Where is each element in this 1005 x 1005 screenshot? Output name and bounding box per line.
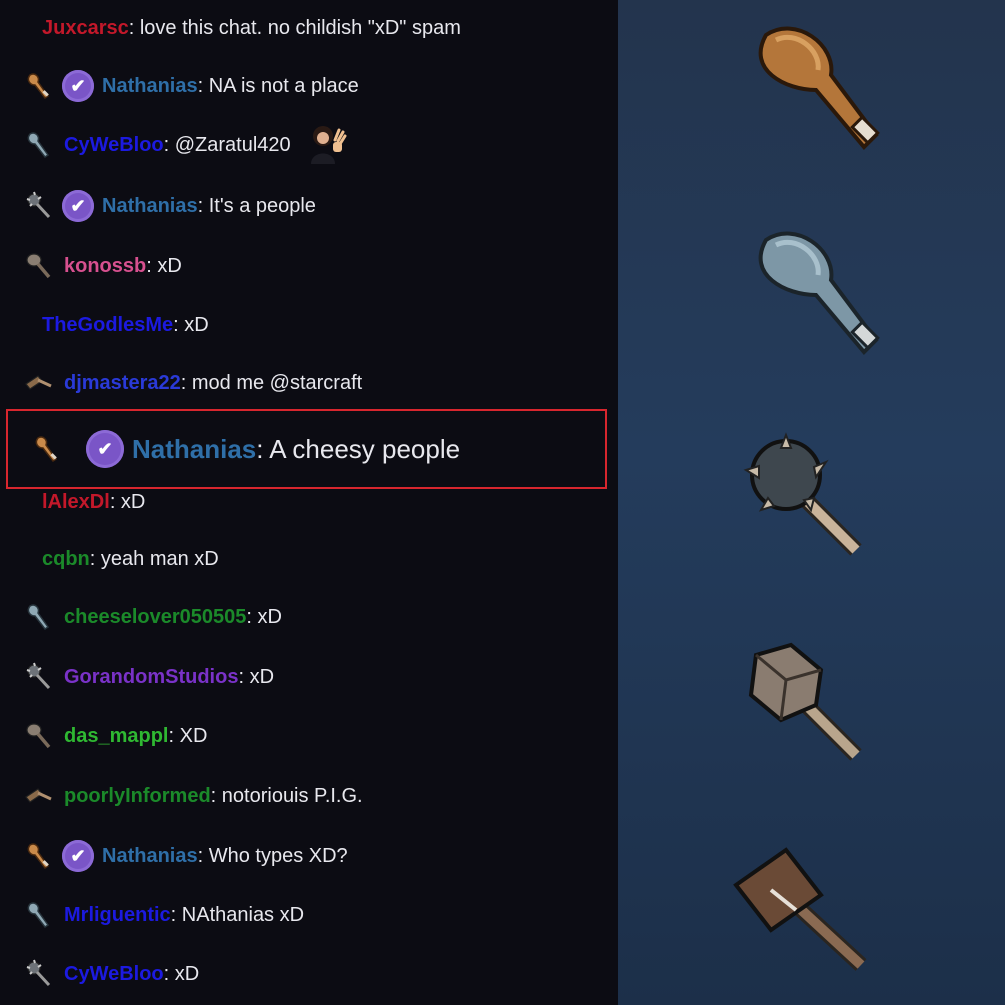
mace-icon <box>22 249 56 283</box>
chat-message: cheeselover050505: xD <box>0 597 282 637</box>
chat-message-text: : xD <box>163 962 200 985</box>
hammer-icon <box>22 366 56 400</box>
chat-username[interactable]: Nathanias <box>132 434 256 465</box>
badge-placeholder <box>22 542 34 576</box>
chat-message-text: : xD <box>146 254 182 277</box>
chat-username[interactable]: CyWeBloo <box>64 963 164 986</box>
spiked-club-icon <box>22 189 56 223</box>
chat-username[interactable]: konossb <box>64 255 146 278</box>
chat-username[interactable]: GorandomStudios <box>64 666 238 689</box>
chat-message: Mrliguentic: NAthanias xD <box>0 895 304 935</box>
chat-username[interactable]: cheeselover050505 <box>64 606 246 629</box>
chat-message: TheGodlesMe: xD <box>0 305 209 345</box>
verified-check-icon: ✔ <box>62 70 94 102</box>
chat-message-text: : xD <box>109 490 146 513</box>
spiked-club-icon <box>22 957 56 991</box>
chat-message-text: : xD <box>173 313 209 336</box>
chat-username[interactable]: cqbn <box>42 548 90 571</box>
chat-username[interactable]: das_mappl <box>64 725 168 748</box>
chat-username[interactable]: poorlyInformed <box>64 785 211 808</box>
club-icon <box>22 839 56 873</box>
chat-message-text: : Who types XD? <box>197 844 348 867</box>
chat-username[interactable]: Mrliguentic <box>64 904 171 927</box>
verified-check-icon: ✔ <box>62 840 94 872</box>
badge-placeholder <box>22 11 34 45</box>
chat-message-text: : A cheesy people <box>256 433 461 464</box>
spiked-mace-icon <box>726 420 886 575</box>
chat-username[interactable]: Nathanias <box>102 75 198 98</box>
mace-icon <box>22 719 56 753</box>
chat-username[interactable]: lAlexDl <box>42 491 110 514</box>
chat-username[interactable]: Juxcarsc <box>42 17 129 40</box>
chat-message: konossb: xD <box>0 246 182 286</box>
spiked-club-icon <box>22 660 56 694</box>
badge-placeholder <box>22 485 34 519</box>
chat-message-text: : yeah man xD <box>89 547 219 570</box>
chat-message-text: : NAthanias xD <box>170 903 305 926</box>
highlighted-chat-message: ✔ Nathanias: A cheesy people <box>8 429 460 469</box>
chat-message: CyWeBloo: xD <box>0 954 199 994</box>
verified-check-icon: ✔ <box>62 190 94 222</box>
verified-check-icon: ✔ <box>86 430 124 468</box>
chat-message-text: : xD <box>246 605 282 628</box>
chat-username[interactable]: CyWeBloo <box>64 134 164 157</box>
chat-username[interactable]: Nathanias <box>102 845 198 868</box>
waving-person-emote-icon <box>291 120 347 170</box>
chat-message: das_mappl: XD <box>0 716 207 756</box>
chat-message-text: : It's a people <box>197 194 316 217</box>
chat-username[interactable]: TheGodlesMe <box>42 314 173 337</box>
war-hammer-icon <box>726 835 886 990</box>
blue-club-icon <box>22 600 56 634</box>
club-icon <box>22 69 56 103</box>
chat-username[interactable]: Nathanias <box>102 195 198 218</box>
chat-message-text: : @Zaratul420 <box>163 133 291 156</box>
chat-message: poorlyInformed: notoriouis P.I.G. <box>0 776 363 816</box>
badge-placeholder <box>22 308 34 342</box>
chat-message: ✔ Nathanias: Who types XD? <box>0 836 348 876</box>
chat-message: ✔ Nathanias: It's a people <box>0 186 316 226</box>
chat-message-text: : love this chat. no childish "xD" spam <box>128 16 461 39</box>
chat-message-text: : notoriouis P.I.G. <box>210 784 363 807</box>
blue-club-icon <box>22 898 56 932</box>
blue-club-icon <box>22 128 56 162</box>
stone-club-icon <box>736 220 896 375</box>
club-icon <box>30 432 64 466</box>
chat-message-text: : mod me @starcraft <box>180 371 363 394</box>
wooden-club-icon <box>736 15 896 170</box>
chat-message: ✔ Nathanias: NA is not a place <box>0 66 359 106</box>
chat-message: lAlexDl: xD <box>0 482 145 522</box>
chat-message-text: : NA is not a place <box>197 74 359 97</box>
weapon-badges-panel <box>618 0 1005 1005</box>
chat-panel: Juxcarsc: love this chat. no childish "x… <box>0 0 618 1005</box>
highlight-box: ✔ Nathanias: A cheesy people <box>6 409 607 489</box>
chat-username[interactable]: djmastera22 <box>64 372 181 395</box>
hammer-icon <box>22 779 56 813</box>
chat-message-text: : xD <box>238 665 275 688</box>
chat-message: djmastera22: mod me @starcraft <box>0 363 362 403</box>
chat-message: CyWeBloo: @Zaratul420 <box>0 125 347 165</box>
chat-message: cqbn: yeah man xD <box>0 539 219 579</box>
flanged-mace-icon <box>726 625 886 780</box>
chat-message: Juxcarsc: love this chat. no childish "x… <box>0 8 461 48</box>
chat-message: GorandomStudios: xD <box>0 657 274 697</box>
chat-message-text: : XD <box>168 724 208 747</box>
